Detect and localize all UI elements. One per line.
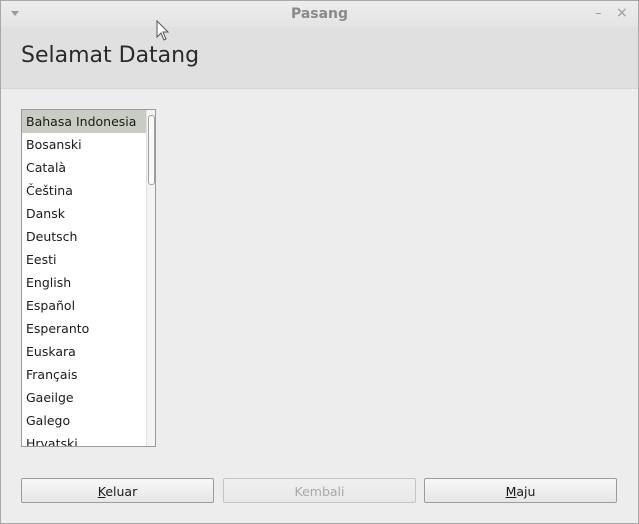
forward-button[interactable]: Maju [424,478,617,503]
forward-button-label: aju [516,484,536,499]
installer-window: Pasang – × Selamat Datang Bahasa Indones… [0,0,639,524]
language-item[interactable]: Català [22,156,147,179]
minimize-icon[interactable]: – [595,6,602,21]
quit-button-label: eluar [105,484,138,499]
quit-button[interactable]: Keluar [21,478,214,503]
language-item[interactable]: Euskara [22,340,147,363]
language-item[interactable]: Čeština [22,179,147,202]
language-list-items: Bahasa Indonesia Bosanski Català Čeština Dan… [22,110,147,446]
language-item[interactable]: Galego [22,409,147,432]
back-button[interactable]: Kembali [223,478,416,503]
language-list[interactable]: Bahasa Indonesia Bosanski Català Čeština Dan… [21,109,156,447]
language-item[interactable]: Eesti [22,248,147,271]
language-item[interactable]: Bosanski [22,133,147,156]
back-button-label: Kembali [294,484,345,499]
list-scrollbar[interactable] [146,110,155,446]
window-title: Pasang [290,6,349,22]
language-item[interactable]: Hrvatski [22,432,147,446]
language-item[interactable]: Dansk [22,202,147,225]
close-icon[interactable]: × [616,5,628,21]
page-title: Selamat Datang [21,43,200,68]
language-item[interactable]: English [22,271,147,294]
language-item[interactable]: Gaeilge [22,386,147,409]
language-item[interactable]: Español [22,294,147,317]
forward-button-accel: M [505,484,517,499]
mouse-cursor-icon [156,20,170,41]
language-item[interactable]: Français [22,363,147,386]
page-header: Selamat Datang [1,27,638,89]
language-item[interactable]: Deutsch [22,225,147,248]
scrollbar-thumb[interactable] [148,115,155,185]
language-item[interactable]: Esperanto [22,317,147,340]
title-bar[interactable]: Pasang – × [1,1,638,27]
language-item[interactable]: Bahasa Indonesia [22,110,147,133]
